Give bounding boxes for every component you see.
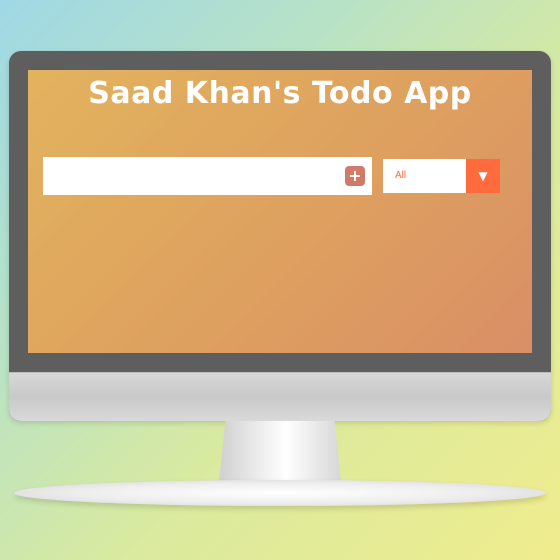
todo-input-container: + [43, 157, 372, 195]
app-screen: Saad Khan's Todo App + All ▼ [28, 70, 532, 353]
triangle-down-icon[interactable]: ▼ [466, 159, 500, 193]
filter-select[interactable]: All ▼ [383, 159, 500, 193]
filter-selected-value: All [395, 170, 407, 181]
add-todo-button[interactable]: + [345, 166, 365, 186]
monitor-chin [9, 372, 551, 421]
monitor-stand-base [14, 480, 546, 506]
todo-input[interactable] [43, 157, 333, 195]
app-title: Saad Khan's Todo App [88, 76, 472, 111]
monitor-frame: Saad Khan's Todo App + All ▼ [9, 51, 551, 421]
